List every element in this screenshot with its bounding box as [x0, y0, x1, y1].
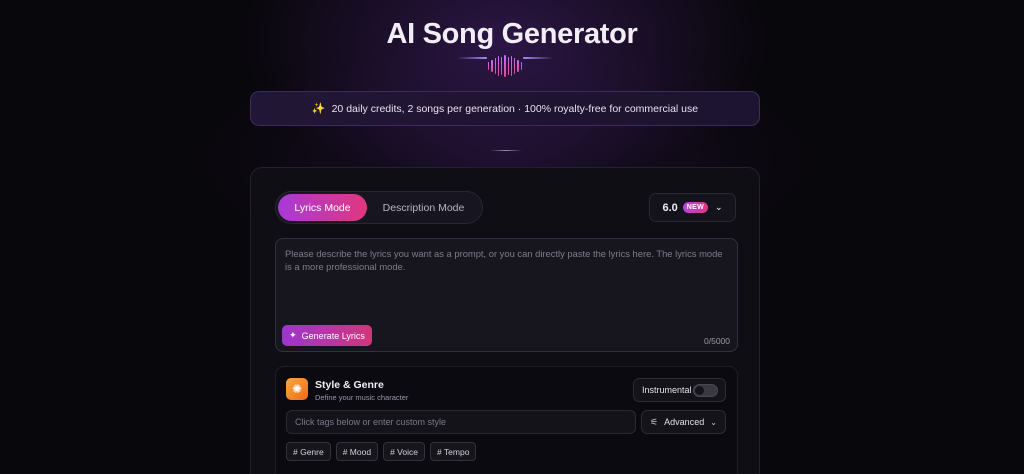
wave-bar [504, 55, 506, 77]
wave-line-right [523, 57, 553, 59]
switch-knob [695, 386, 704, 395]
instrumental-label: Instrumental [642, 385, 692, 395]
wave-bar [507, 57, 509, 75]
wave-bar [517, 60, 519, 72]
lyrics-textarea[interactable]: Please describe the lyrics you want as a… [275, 238, 738, 352]
wave-bar [510, 56, 513, 76]
model-version-dropdown[interactable]: 6.0 NEW ⌄ [649, 193, 736, 222]
style-genre-card: ✺ Style & Genre Define your music charac… [275, 366, 738, 474]
tag-genre[interactable]: # Genre [286, 442, 331, 461]
mode-toggle: Lyrics Mode Description Mode [275, 191, 483, 224]
wave-bar [491, 60, 493, 72]
lyrics-mode-tab[interactable]: Lyrics Mode [278, 194, 367, 221]
page-title: AI Song Generator [386, 18, 638, 50]
instrumental-toggle-container[interactable]: Instrumental [633, 378, 726, 402]
sparkles-icon: ✨ [311, 103, 326, 115]
wave-bar [488, 62, 490, 70]
custom-style-input[interactable]: Click tags below or enter custom style [286, 410, 636, 434]
style-genre-subtitle: Define your music character [315, 393, 409, 402]
lyrics-placeholder: Please describe the lyrics you want as a… [285, 248, 723, 272]
tag-tempo[interactable]: # Tempo [429, 442, 477, 461]
new-badge: NEW [682, 202, 708, 213]
divider [490, 150, 522, 151]
advanced-button[interactable]: ⚟ Advanced ⌄ [641, 410, 726, 434]
chevron-down-icon: ⌄ [714, 202, 723, 212]
sliders-icon: ⚟ [650, 416, 659, 427]
palette-icon: ✺ [286, 378, 308, 400]
wave-bar [501, 57, 503, 75]
magic-wand-icon: ✦ [289, 330, 297, 340]
chevron-down-icon: ⌄ [710, 417, 717, 427]
tag-mood[interactable]: # Mood [335, 442, 379, 461]
sound-wave-logo-icon [457, 55, 553, 79]
tag-voice[interactable]: # Voice [383, 442, 425, 461]
advanced-label: Advanced [664, 417, 705, 427]
character-counter: 0/5000 [704, 336, 730, 346]
style-genre-title: Style & Genre [315, 379, 384, 391]
credits-banner-text: 20 daily credits, 2 songs per generation… [331, 102, 699, 115]
generate-lyrics-button[interactable]: ✦ Generate Lyrics [282, 325, 372, 346]
wave-bars [488, 55, 522, 77]
description-mode-tab[interactable]: Description Mode [367, 194, 480, 221]
credits-banner: ✨ 20 daily credits, 2 songs per generati… [250, 91, 760, 126]
model-version-label: 6.0 [662, 201, 678, 214]
wave-bar [494, 58, 496, 74]
wave-bar [497, 56, 500, 76]
wave-bar [520, 62, 522, 70]
instrumental-switch[interactable] [693, 384, 718, 397]
wave-bar [514, 58, 516, 74]
wave-line-left [457, 57, 487, 59]
generate-lyrics-label: Generate Lyrics [301, 330, 365, 341]
generator-panel: Lyrics Mode Description Mode 6.0 NEW ⌄ P… [250, 167, 760, 474]
style-tags: # Genre # Mood # Voice # Tempo [286, 442, 477, 461]
